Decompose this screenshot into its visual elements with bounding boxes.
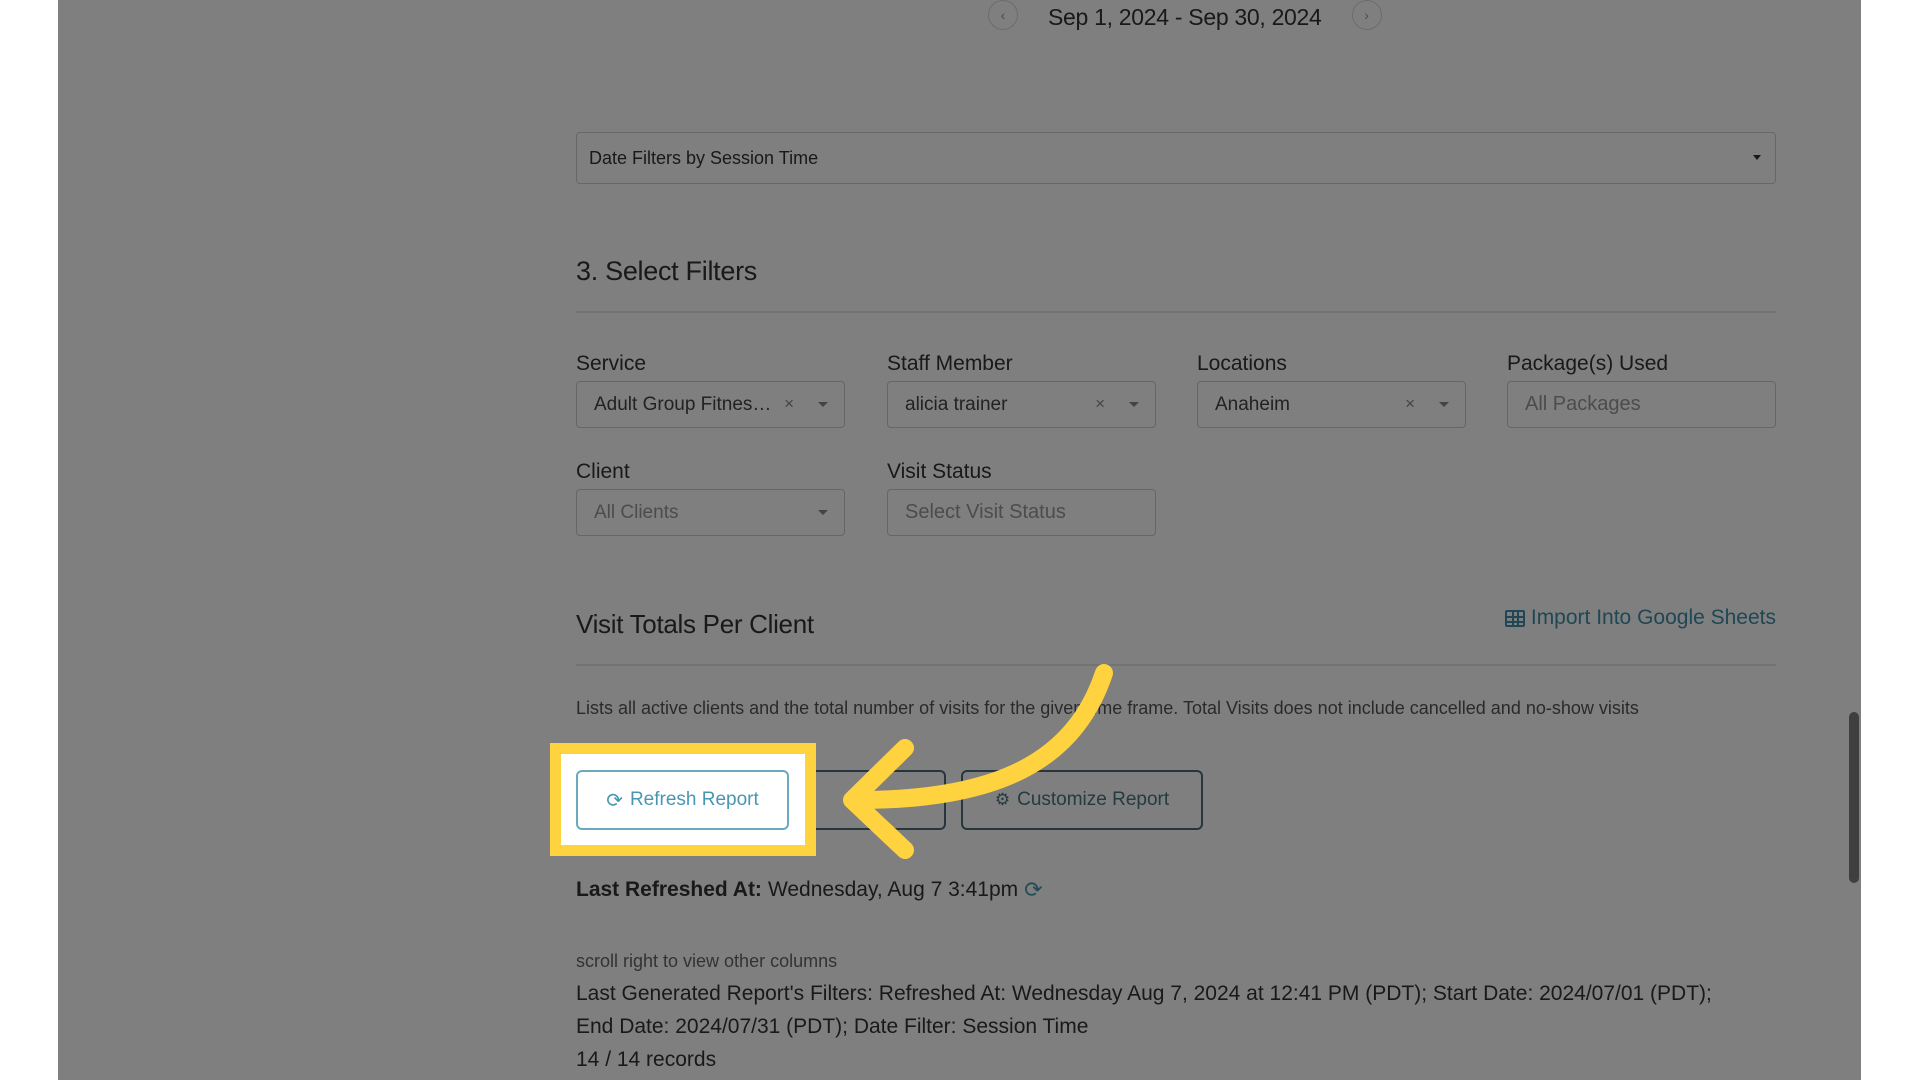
client-placeholder: All Clients xyxy=(594,501,679,523)
report-title: Visit Totals Per Client xyxy=(576,609,814,639)
refresh-report-label: Refresh Report xyxy=(629,789,759,810)
filters-section-title: 3. Select Filters xyxy=(576,256,757,286)
prev-period-button[interactable]: ‹ xyxy=(988,0,1018,30)
clear-icon[interactable]: × xyxy=(1095,394,1105,414)
staff-value: alicia trainer xyxy=(905,393,1008,415)
refresh-icon[interactable]: ⟳ xyxy=(1024,877,1042,903)
last-refreshed: Last Refreshed At: Wednesday, Aug 7 3:41… xyxy=(576,877,1043,903)
visit-status-label: Visit Status xyxy=(887,460,992,483)
next-period-button[interactable]: › xyxy=(1351,0,1382,30)
scroll-note: scroll right to view other columns xyxy=(576,951,838,971)
export-button[interactable]: ⤓ xyxy=(804,770,946,830)
visit-status-input[interactable]: Select Visit Status xyxy=(887,489,1156,536)
gear-icon: ⚙ xyxy=(994,790,1011,809)
date-filter-select[interactable]: Date Filters by Session Time xyxy=(576,132,1776,184)
divider xyxy=(576,311,1776,313)
customize-report-button[interactable]: ⚙ Customize Report xyxy=(961,770,1203,830)
report-page: ‹ Sep 1, 2024 - Sep 30, 2024 › Date Filt… xyxy=(58,0,1861,1080)
service-select[interactable]: Adult Group Fitnes… × xyxy=(576,381,845,428)
highlight-box: ⟳ Refresh Report xyxy=(550,743,816,856)
customize-report-label: Customize Report xyxy=(1017,789,1170,810)
locations-select[interactable]: Anaheim × xyxy=(1197,381,1466,428)
client-select[interactable]: All Clients xyxy=(576,489,845,536)
locations-value: Anaheim xyxy=(1215,393,1290,415)
divider xyxy=(576,664,1776,666)
packages-label: Package(s) Used xyxy=(1507,352,1669,375)
service-label: Service xyxy=(576,352,647,375)
filters-summary-line-1: Last Generated Report's Filters: Refresh… xyxy=(576,982,1712,1005)
packages-input[interactable]: All Packages xyxy=(1507,381,1776,428)
caret-down-icon xyxy=(818,510,828,515)
chevron-right-icon: › xyxy=(1364,7,1369,23)
caret-down-icon xyxy=(818,402,828,407)
import-google-sheets-link[interactable]: Import Into Google Sheets xyxy=(1504,606,1776,630)
date-navigator: ‹ Sep 1, 2024 - Sep 30, 2024 › xyxy=(988,0,1382,30)
locations-label: Locations xyxy=(1197,352,1287,375)
page-content: ‹ Sep 1, 2024 - Sep 30, 2024 › Date Filt… xyxy=(58,0,1861,1080)
staff-select[interactable]: alicia trainer × xyxy=(887,381,1156,428)
records-count: 14 / 14 records xyxy=(576,1048,717,1071)
refresh-report-button[interactable]: ⟳ Refresh Report xyxy=(576,770,789,830)
staff-label: Staff Member xyxy=(887,352,1013,375)
table-grid-icon xyxy=(1504,609,1525,627)
report-description: Lists all active clients and the total n… xyxy=(576,698,1639,718)
date-range-label: Sep 1, 2024 - Sep 30, 2024 xyxy=(1048,3,1322,30)
visit-status-placeholder: Select Visit Status xyxy=(905,501,1066,523)
clear-icon[interactable]: × xyxy=(1405,394,1415,414)
last-refreshed-value: Wednesday, Aug 7 3:41pm xyxy=(767,878,1019,901)
last-refreshed-label: Last Refreshed At: xyxy=(576,878,762,901)
clear-icon[interactable]: × xyxy=(784,394,794,414)
caret-down-icon xyxy=(1753,155,1761,160)
caret-down-icon xyxy=(1129,402,1139,407)
chevron-left-icon: ‹ xyxy=(1000,7,1006,23)
import-link-label: Import Into Google Sheets xyxy=(1530,606,1776,629)
filters-summary-line-2: End Date: 2024/07/31 (PDT); Date Filter:… xyxy=(576,1015,1089,1038)
download-icon: ⤓ xyxy=(871,789,879,810)
date-filter-value: Date Filters by Session Time xyxy=(589,147,819,168)
client-label: Client xyxy=(576,460,630,483)
caret-down-icon xyxy=(1439,402,1449,407)
packages-placeholder: All Packages xyxy=(1525,393,1641,415)
scrollbar-thumb[interactable] xyxy=(1849,712,1859,883)
service-value: Adult Group Fitnes… xyxy=(594,393,772,415)
refresh-icon: ⟳ xyxy=(606,789,623,812)
